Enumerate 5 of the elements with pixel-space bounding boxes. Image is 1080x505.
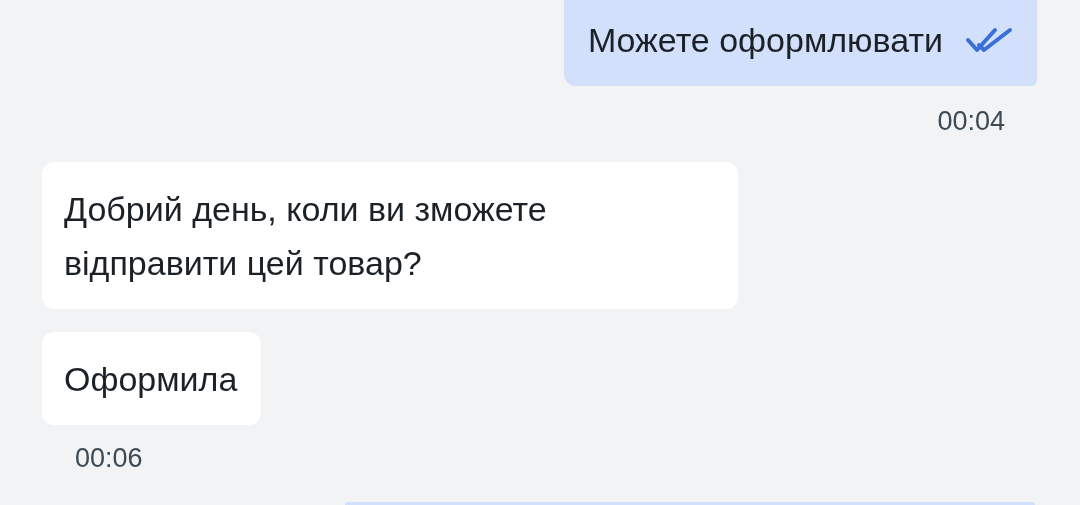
message-time: 00:06 <box>75 442 143 475</box>
message-text: Оформила <box>64 359 238 400</box>
message-time: 00:04 <box>937 105 1005 138</box>
message-text: Добрий день, коли ви зможете відправити цей товар? <box>64 189 548 284</box>
message-text: Можете оформлювати <box>587 20 943 61</box>
